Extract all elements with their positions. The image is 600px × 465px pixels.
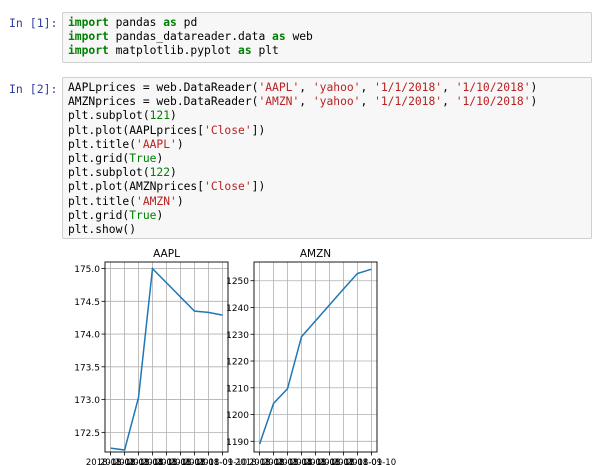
code-token: as [238, 44, 252, 58]
code-line: plt.show() [68, 223, 591, 237]
undefined-y-tick-label: 1220 [226, 358, 249, 368]
code-line: AMZNprices = web.DataReader('AMZN', 'yah… [68, 95, 591, 109]
code-token: plt.grid( [68, 208, 130, 222]
code-line: AAPLprices = web.DataReader('AAPL', 'yah… [68, 81, 591, 95]
code-token: 'yahoo' [312, 95, 361, 109]
code-line: plt.plot(AMZNprices['Close']) [68, 180, 591, 194]
code-line: plt.title('AAPL') [68, 138, 591, 152]
undefined-y-tick-label: 1230 [226, 331, 249, 341]
code-token: web [285, 30, 313, 44]
code-line: plt.plot(AAPLprices['Close']) [68, 124, 591, 138]
code-line: plt.grid(True) [68, 152, 591, 166]
code-token: pandas_datareader.data [108, 30, 273, 44]
code-token: as [272, 30, 286, 44]
code-token: plt.title( [68, 194, 137, 208]
code-token: True [129, 151, 157, 165]
code-token: ) [156, 151, 164, 165]
undefined-x-tick-label: 2018-01-10 [347, 458, 396, 465]
code-token: plt [251, 44, 279, 58]
code-token: '1/1/2018' [374, 81, 443, 94]
code-token: 122 [149, 166, 171, 180]
code-token: 'Close' [204, 123, 252, 137]
code-token: ) [170, 109, 177, 123]
code-token: 121 [149, 109, 171, 123]
code-token: plt.plot(AAPLprices[ [68, 123, 205, 137]
code-line: import matplotlib.pyplot as plt [68, 44, 591, 58]
code-token: ) [530, 95, 538, 109]
code-token: plt.grid( [68, 151, 130, 165]
code-token: , [360, 95, 375, 109]
code-token: pd [176, 16, 198, 29]
code-token: plt.subplot( [68, 109, 150, 123]
code-token: ) [530, 81, 538, 94]
code-line: import pandas as pd [68, 16, 591, 30]
plot-output: 172.5173.0173.5174.0174.5175.02018-01-02… [74, 248, 396, 465]
code-token: plt.show() [68, 222, 137, 236]
code-token: import [68, 16, 109, 29]
code-token: ]) [251, 123, 266, 137]
code-token: AMZNprices = web.DataReader( [68, 95, 259, 109]
code-token: 'AMZN' [258, 95, 300, 109]
code-token: pandas [108, 16, 164, 29]
code-line: plt.grid(True) [68, 209, 591, 223]
code-token: ) [156, 208, 164, 222]
code-token: 'AAPL' [258, 81, 300, 94]
code-token: 'AMZN' [136, 194, 177, 208]
cell-2-code-input[interactable]: AAPLprices = web.DataReader('AAPL', 'yah… [62, 77, 592, 239]
cell-1-prompt: In [1]: [9, 16, 58, 30]
code-token: plt.subplot( [68, 166, 150, 180]
code-token: matplotlib.pyplot [108, 44, 239, 58]
code-token: , [442, 95, 456, 109]
undefined-y-tick-label: 172.5 [74, 429, 100, 439]
code-line: import pandas_datareader.data as web [68, 30, 591, 44]
code-token: as [163, 16, 177, 29]
code-line: plt.subplot(122) [68, 166, 591, 180]
undefined-y-tick-label: 174.5 [74, 298, 100, 308]
code-token: ]) [251, 180, 266, 194]
undefined-y-tick-label: 1210 [226, 384, 249, 394]
undefined-chart: 11901200121012201230124012502018-01-0220… [226, 248, 396, 465]
undefined-y-tick-label: 1240 [226, 304, 249, 314]
code-token: , [360, 81, 375, 94]
code-token: import [68, 44, 109, 58]
code-token: '1/1/2018' [374, 95, 443, 109]
code-token: 'yahoo' [312, 81, 361, 94]
undefined-y-tick-label: 1200 [226, 411, 249, 421]
undefined-y-tick-label: 173.0 [74, 396, 100, 406]
cell-2-prompt: In [2]: [9, 82, 58, 96]
code-token: 'Close' [204, 180, 252, 194]
undefined-y-tick-label: 175.0 [74, 265, 100, 275]
code-token: , [299, 81, 313, 94]
undefined-y-tick-label: 1250 [226, 277, 249, 287]
code-token: plt.plot(AMZNprices[ [68, 180, 205, 194]
code-token: ) [176, 137, 184, 151]
cell-1-code-input[interactable]: import pandas as pd import pandas_datarea… [62, 12, 592, 63]
code-token: , [442, 81, 456, 94]
undefined-chart-title: AAPL [153, 248, 180, 260]
code-token: import [68, 30, 109, 44]
code-token: '1/10/2018' [455, 81, 531, 94]
code-token: plt.title( [68, 137, 137, 151]
undefined-chart-title: AMZN [300, 248, 331, 260]
code-token: ) [170, 166, 177, 180]
undefined-y-tick-label: 1190 [226, 438, 249, 448]
code-token: AAPLprices = web.DataReader( [68, 81, 259, 94]
code-token: True [129, 208, 157, 222]
code-line: plt.subplot(121) [68, 109, 591, 123]
code-token: 'AAPL' [136, 137, 177, 151]
code-token: , [299, 95, 313, 109]
undefined-y-tick-label: 173.5 [74, 363, 100, 373]
undefined-chart: 172.5173.0173.5174.0174.5175.02018-01-02… [74, 248, 247, 465]
code-token: '1/10/2018' [455, 95, 531, 109]
code-token: ) [176, 194, 184, 208]
undefined-y-tick-label: 174.0 [74, 331, 100, 341]
code-line: plt.title('AMZN') [68, 195, 591, 209]
